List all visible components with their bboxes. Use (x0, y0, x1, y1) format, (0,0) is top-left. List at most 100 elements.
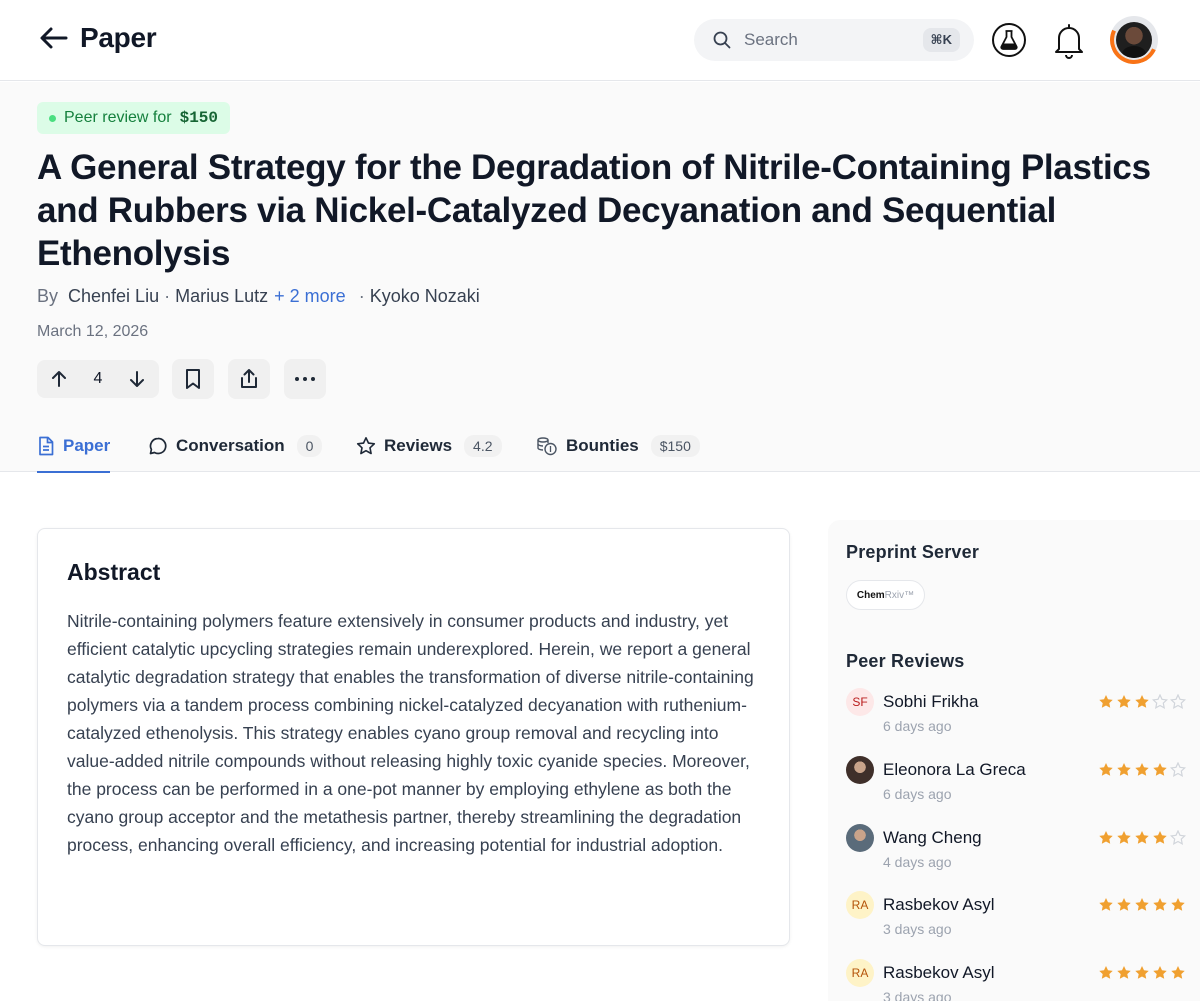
star-filled-icon (1117, 763, 1131, 776)
flask-icon (992, 23, 1026, 57)
star-filled-icon (1153, 763, 1167, 776)
back-button[interactable]: Paper (38, 22, 157, 54)
preprint-server-chip[interactable]: Chem Rxiv™ (846, 580, 925, 610)
tab-label: Paper (63, 436, 111, 455)
search-shortcut: ⌘K (922, 28, 960, 52)
star-filled-icon (1171, 966, 1185, 979)
tab-conversation[interactable]: Conversation 0 (148, 420, 323, 472)
tab-label: Conversation (176, 436, 285, 455)
tab-paper[interactable]: Paper (37, 420, 111, 473)
reviewer-name[interactable]: Rasbekov Asyl (883, 895, 995, 915)
tab-label: Bounties (566, 436, 639, 455)
reviewer-avatar (846, 756, 874, 784)
top-bar: Paper ⌘K (0, 0, 1200, 81)
star-filled-icon (1099, 966, 1113, 979)
reviewer-name[interactable]: Sobhi Frikha (883, 692, 978, 712)
upvote-icon[interactable] (49, 369, 69, 389)
star-filled-icon (1117, 831, 1131, 844)
abstract-heading: Abstract (67, 559, 161, 585)
author-link[interactable]: Chenfei Liu (68, 286, 159, 307)
rating-stars (1098, 897, 1186, 913)
vote-count: 4 (93, 370, 103, 387)
document-icon (39, 436, 54, 456)
review-time: 6 days ago (883, 786, 952, 802)
star-filled-icon (1153, 831, 1167, 844)
review-item[interactable]: Wang Cheng 4 days ago (846, 824, 1186, 880)
review-time: 4 days ago (883, 854, 952, 870)
lab-button[interactable] (989, 20, 1029, 60)
page-title: Paper (80, 22, 157, 53)
paper-title: A General Strategy for the Degradation o… (37, 148, 1151, 273)
review-score-badge: 4.2 (464, 435, 502, 457)
review-item[interactable]: Eleonora La Greca 6 days ago (846, 756, 1186, 812)
more-horizontal-icon (295, 377, 315, 381)
author-link[interactable]: Kyoko Nozaki (370, 286, 480, 307)
abstract-card: Abstract Nitrile-containing polymers fea… (37, 528, 790, 946)
search-icon (713, 31, 731, 49)
bounty-amount: $150 (179, 109, 218, 127)
review-time: 3 days ago (883, 921, 952, 937)
by-label: By (37, 286, 59, 306)
abstract-text: Nitrile-containing polymers feature exte… (67, 611, 754, 855)
reviewer-name[interactable]: Wang Cheng (883, 828, 982, 848)
more-options-button[interactable] (284, 359, 326, 399)
preprint-server-heading: Preprint Server (846, 542, 980, 562)
user-avatar[interactable] (1103, 9, 1165, 71)
reviewer-avatar: SF (846, 688, 874, 716)
rating-stars (1098, 694, 1186, 710)
publish-date: March 12, 2026 (37, 323, 149, 340)
review-item[interactable]: SF Sobhi Frikha 6 days ago (846, 688, 1186, 744)
star-empty-icon (1170, 694, 1186, 709)
review-item[interactable]: RA Rasbekov Asyl 3 days ago (846, 891, 1186, 947)
search-input[interactable] (744, 30, 904, 50)
tab-label: Reviews (384, 436, 453, 455)
star-filled-icon (1135, 763, 1149, 776)
author-link[interactable]: Marius Lutz (175, 286, 268, 307)
bounty-badge[interactable]: Peer review for $150 (37, 102, 230, 134)
avatar-image (1116, 22, 1152, 58)
star-filled-icon (1117, 966, 1131, 979)
server-name-bold: Chem (856, 589, 885, 601)
tab-bounties[interactable]: Bounties $150 (536, 420, 700, 472)
coins-icon (537, 437, 557, 456)
star-filled-icon (1117, 695, 1131, 708)
sidebar: Preprint Server Chem Rxiv™ Peer Reviews S… (828, 520, 1200, 1001)
tab-reviews[interactable]: Reviews 4.2 (356, 420, 502, 472)
reviewer-avatar: RA (846, 891, 874, 919)
notifications-button[interactable] (1049, 20, 1089, 60)
author-separator: · (164, 286, 171, 306)
star-filled-icon (1099, 695, 1113, 708)
star-empty-icon (1152, 694, 1168, 709)
tab-bar: Paper Conversation 0 Reviews 4.2 Bountie… (0, 420, 1200, 473)
more-authors-link[interactable]: + 2 more (274, 286, 346, 307)
share-button[interactable] (228, 359, 270, 399)
downvote-icon[interactable] (127, 369, 147, 389)
star-empty-icon (1170, 830, 1186, 845)
star-filled-icon (1099, 763, 1113, 776)
star-filled-icon (1153, 966, 1167, 979)
search-box[interactable]: ⌘K (694, 19, 974, 61)
star-filled-icon (1135, 966, 1149, 979)
star-filled-icon (1135, 695, 1149, 708)
reviewer-avatar: RA (846, 959, 874, 987)
bookmark-button[interactable] (172, 359, 214, 399)
rating-stars (1098, 965, 1186, 981)
review-item[interactable]: RA Rasbekov Asyl 3 days ago (846, 959, 1186, 1001)
star-empty-icon (1170, 762, 1186, 777)
star-filled-icon (1099, 831, 1113, 844)
reviewer-name[interactable]: Rasbekov Asyl (883, 963, 995, 983)
arrow-left-icon (40, 27, 68, 49)
star-outline-icon (356, 437, 376, 455)
rating-stars (1098, 830, 1186, 846)
conversation-count-badge: 0 (296, 435, 323, 457)
bell-icon (1055, 24, 1083, 59)
paper-header (0, 82, 1200, 472)
reviewer-name[interactable]: Eleonora La Greca (883, 760, 1026, 780)
share-icon (241, 369, 257, 388)
peer-reviews-heading: Peer Reviews (846, 651, 965, 671)
status-dot-icon (49, 114, 56, 122)
chat-bubble-icon (149, 437, 167, 455)
reviewer-avatar (846, 824, 874, 852)
bounty-amount-badge: $150 (650, 435, 700, 457)
star-filled-icon (1171, 898, 1185, 911)
